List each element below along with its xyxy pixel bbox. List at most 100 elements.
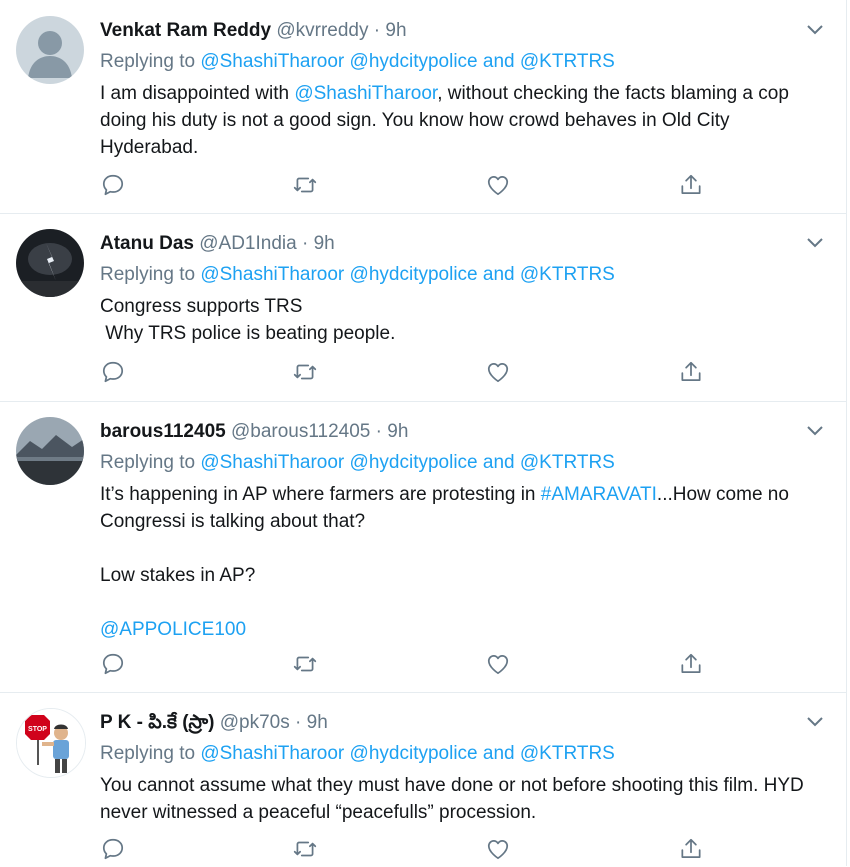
separator: · — [368, 20, 386, 41]
default-avatar-icon — [16, 16, 84, 84]
user-handle[interactable]: @AD1India — [199, 233, 296, 254]
share-button[interactable] — [678, 651, 706, 679]
user-handle[interactable]: @pk70s — [220, 712, 290, 733]
share-icon — [681, 361, 701, 381]
stop-sign-text: STOP — [28, 726, 47, 733]
reply-mention[interactable]: @hydcitypolice — [350, 51, 478, 72]
replying-prefix: Replying to — [100, 743, 201, 764]
tweet-text: You cannot assume what they must have do… — [100, 772, 820, 826]
reply-mention[interactable]: @KTRTRS — [520, 743, 615, 764]
reply-button[interactable] — [100, 359, 128, 387]
tweet[interactable]: Atanu Das @AD1India · 9h Replying to @Sh… — [0, 213, 846, 402]
retweet-button[interactable] — [292, 172, 320, 200]
reply-icon — [102, 361, 124, 383]
tweet-header: barous112405 @barous112405 · 9h — [100, 420, 408, 444]
tweet[interactable]: Venkat Ram Reddy @kvrreddy · 9h Replying… — [0, 0, 846, 214]
avatar[interactable]: STOP — [16, 708, 86, 778]
tweet-text: Congress supports TRS Why TRS police is … — [100, 293, 820, 347]
tweet-text-part: It’s happening in AP where farmers are p… — [100, 484, 541, 505]
timestamp[interactable]: 9h — [387, 421, 408, 442]
like-button[interactable] — [485, 359, 513, 387]
tweet[interactable]: STOP P K - పి.కే (స్రా) @pk70s · 9h Repl… — [0, 692, 846, 866]
lightning-avatar-icon — [16, 229, 84, 297]
reply-mention[interactable]: @ShashiTharoor — [200, 51, 344, 72]
reply-mention[interactable]: @hydcitypolice — [350, 264, 478, 285]
retweet-icon — [293, 364, 317, 380]
retweet-button[interactable] — [292, 359, 320, 387]
tweet-header: Venkat Ram Reddy @kvrreddy · 9h — [100, 19, 407, 43]
retweet-button[interactable] — [292, 836, 320, 864]
chevron-down-icon[interactable] — [806, 423, 824, 437]
replying-prefix: Replying to — [100, 264, 201, 285]
hashtag-link[interactable]: #AMARAVATI — [541, 484, 657, 505]
reply-conjunction[interactable]: and — [483, 264, 515, 285]
mention-link[interactable]: @ShashiTharoor — [294, 83, 437, 104]
reply-conjunction[interactable]: and — [483, 51, 515, 72]
like-icon — [487, 363, 509, 383]
replying-to: Replying to @ShashiTharoor @hydcitypolic… — [100, 50, 615, 74]
chevron-down-icon[interactable] — [806, 714, 824, 728]
avatar[interactable] — [16, 417, 84, 485]
chevron-down-icon[interactable] — [806, 22, 824, 36]
like-button[interactable] — [485, 836, 513, 864]
tweet[interactable]: barous112405 @barous112405 · 9h Replying… — [0, 401, 846, 693]
reply-mention[interactable]: @KTRTRS — [520, 51, 615, 72]
like-icon — [487, 840, 509, 860]
share-icon — [681, 838, 701, 858]
like-button[interactable] — [485, 651, 513, 679]
reply-mention[interactable]: @KTRTRS — [520, 264, 615, 285]
replying-to: Replying to @ShashiTharoor @hydcitypolic… — [100, 742, 615, 766]
reply-mention[interactable]: @hydcitypolice — [350, 743, 478, 764]
timestamp[interactable]: 9h — [307, 712, 328, 733]
retweet-icon — [293, 656, 317, 672]
display-name[interactable]: P K - పి.కే (స్రా) — [100, 712, 214, 733]
tweet-actions — [100, 359, 720, 387]
tweet-text-line: Congress supports TRS — [100, 296, 303, 317]
display-name[interactable]: barous112405 — [100, 421, 226, 442]
reply-mention[interactable]: @ShashiTharoor — [200, 264, 344, 285]
reply-mention[interactable]: @hydcitypolice — [350, 452, 478, 473]
reply-icon — [102, 174, 124, 196]
tweet-text-paragraph: It’s happening in AP where farmers are p… — [100, 481, 820, 535]
reply-mention[interactable]: @ShashiTharoor — [200, 743, 344, 764]
stop-sign-avatar-icon: STOP — [17, 709, 85, 777]
chevron-down-icon[interactable] — [806, 235, 824, 249]
tweet-text-paragraph: Low stakes in AP? — [100, 565, 256, 586]
user-handle[interactable]: @barous112405 — [231, 421, 370, 442]
reply-conjunction[interactable]: and — [483, 452, 515, 473]
mention-link[interactable]: @APPOLICE100 — [100, 619, 246, 640]
like-button[interactable] — [485, 172, 513, 200]
display-name[interactable]: Venkat Ram Reddy — [100, 20, 271, 41]
retweet-icon — [293, 177, 317, 193]
separator: · — [370, 421, 388, 442]
tweet-text: It’s happening in AP where farmers are p… — [100, 481, 820, 643]
reply-mention[interactable]: @ShashiTharoor — [200, 452, 344, 473]
reply-button[interactable] — [100, 836, 128, 864]
timeline: Venkat Ram Reddy @kvrreddy · 9h Replying… — [0, 0, 847, 866]
reply-button[interactable] — [100, 172, 128, 200]
reply-conjunction[interactable]: and — [483, 743, 515, 764]
retweet-button[interactable] — [292, 651, 320, 679]
tweet-header: P K - పి.కే (స్రా) @pk70s · 9h — [100, 711, 328, 735]
timestamp[interactable]: 9h — [314, 233, 335, 254]
avatar[interactable] — [16, 229, 84, 297]
like-icon — [487, 655, 509, 675]
avatar[interactable] — [16, 16, 84, 84]
display-name[interactable]: Atanu Das — [100, 233, 194, 254]
reply-icon — [102, 838, 124, 860]
separator: · — [296, 233, 314, 254]
share-button[interactable] — [678, 172, 706, 200]
tweet-actions — [100, 836, 720, 864]
share-button[interactable] — [678, 836, 706, 864]
tweet-actions — [100, 172, 720, 200]
separator: · — [289, 712, 307, 733]
reply-mention[interactable]: @KTRTRS — [520, 452, 615, 473]
share-button[interactable] — [678, 359, 706, 387]
timestamp[interactable]: 9h — [385, 20, 406, 41]
replying-prefix: Replying to — [100, 452, 201, 473]
reply-button[interactable] — [100, 651, 128, 679]
share-icon — [681, 653, 701, 673]
landscape-avatar-icon — [16, 417, 84, 485]
tweet-text-line: Why TRS police is beating people. — [100, 323, 396, 344]
user-handle[interactable]: @kvrreddy — [276, 20, 368, 41]
